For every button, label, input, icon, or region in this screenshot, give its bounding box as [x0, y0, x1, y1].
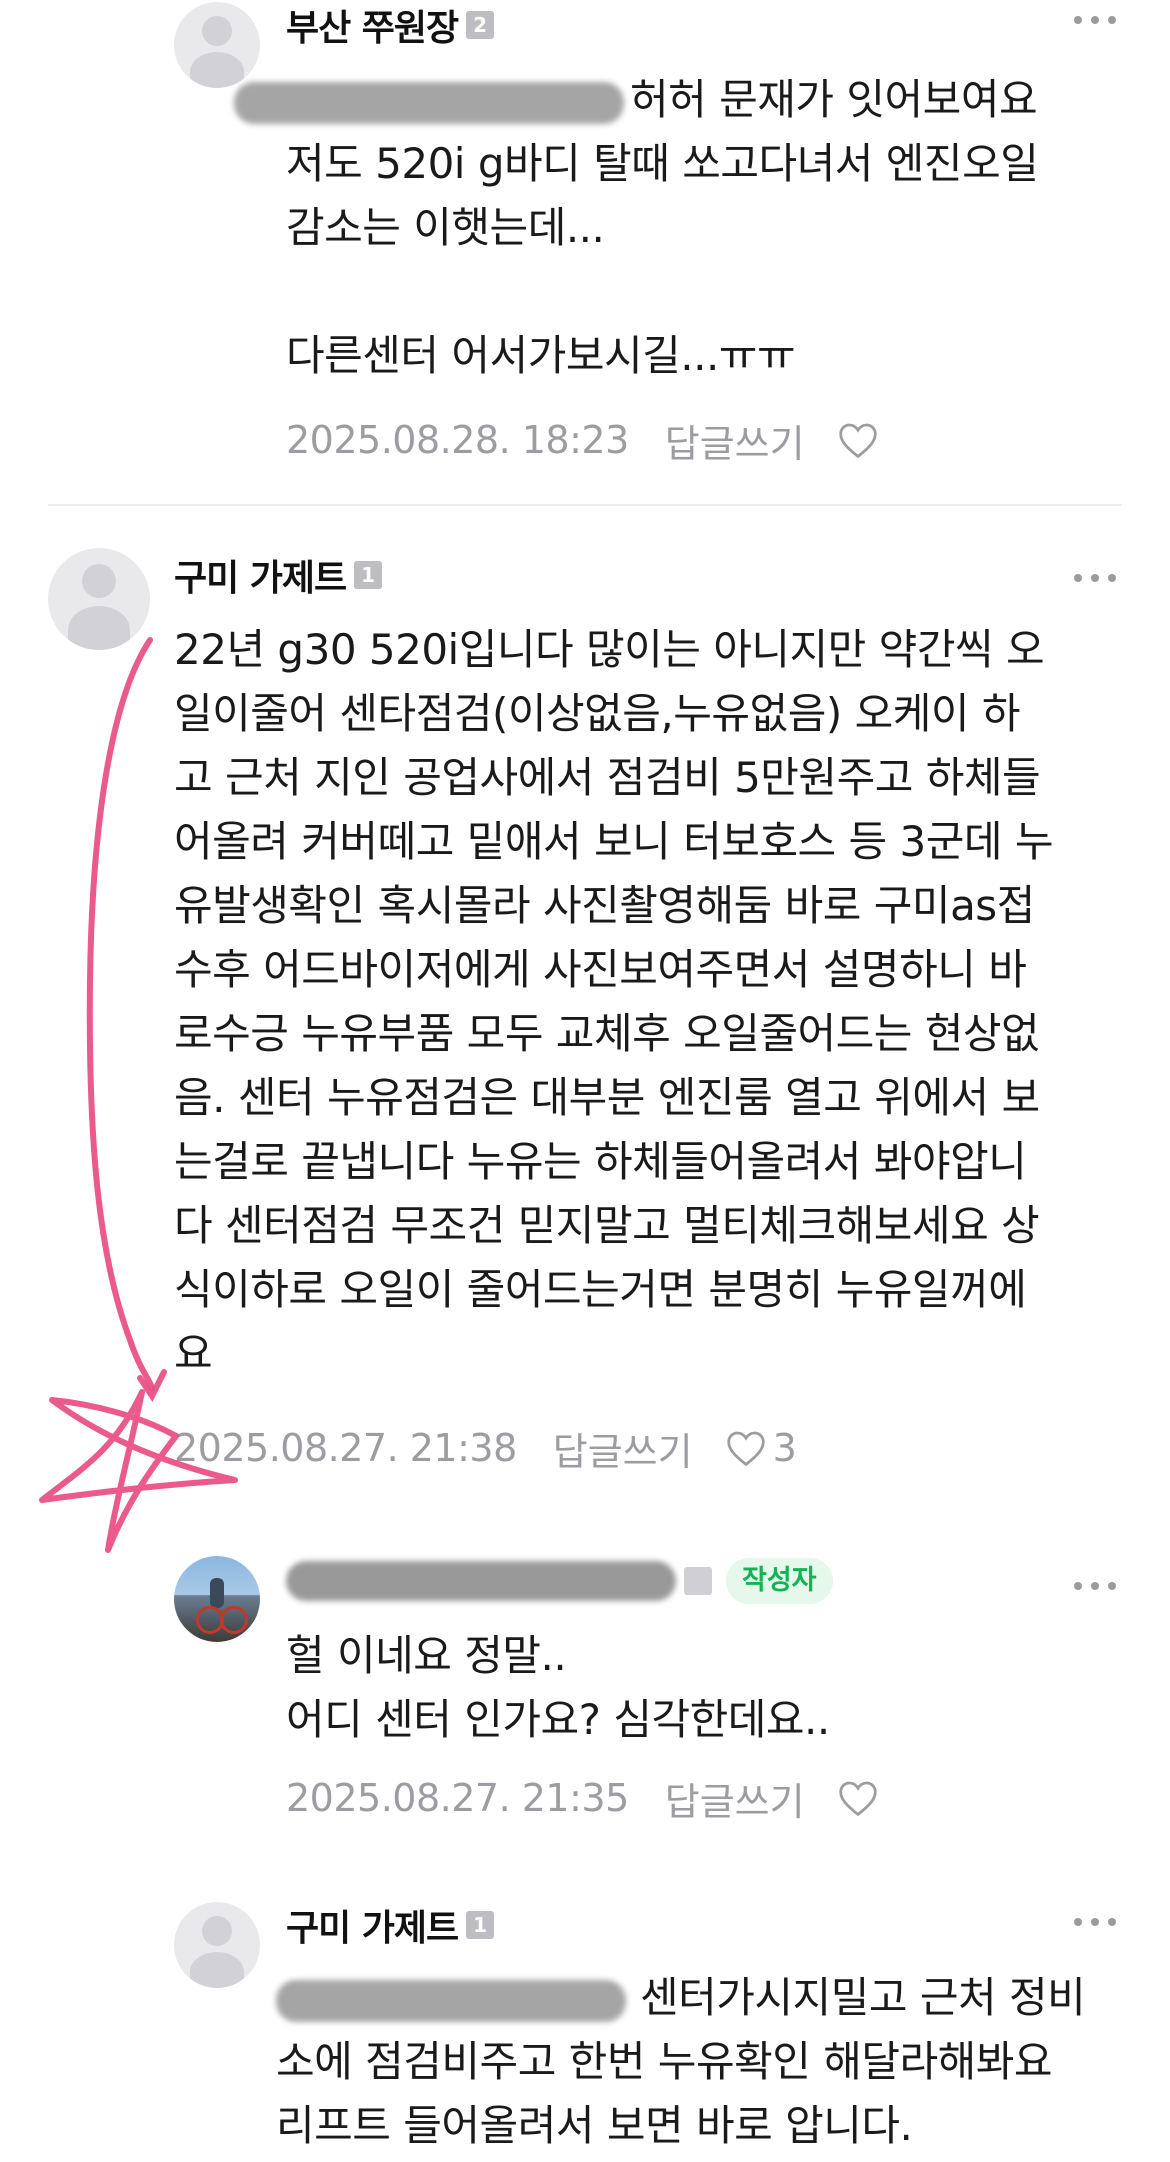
author-badge: 작성자 — [726, 1558, 833, 1604]
default-profile-icon[interactable] — [174, 1902, 260, 1988]
redacted-mention — [276, 1979, 626, 2022]
nickname-row: 작성자 — [286, 1556, 833, 1606]
like-count: 3 — [772, 1426, 797, 1470]
comment-body: 허허 문재가 잇어보여요 저도 520i g바디 탈때 쏘고다녀서 엔진오일 감… — [234, 68, 1146, 388]
comment-body-first-line: 센터가시지밀고 근처 정비 — [640, 1973, 1086, 2022]
nickname[interactable]: 부산 쭈원장 — [286, 0, 459, 51]
more-dots-icon[interactable] — [1074, 568, 1116, 588]
heart-icon — [838, 1781, 877, 1817]
redacted-mention — [234, 81, 624, 124]
level-badge: 1 — [354, 561, 383, 589]
default-profile-icon[interactable] — [48, 548, 150, 650]
comment-body-rest: 소에 점검비주고 한번 누유확인 해달라해봐요 리프트 들어올려서 보면 바로 … — [276, 2037, 1053, 2150]
comment-body: 22년 g30 520i입니다 많이는 아니지만 약간씩 오 일이줄어 센타점검… — [174, 625, 1053, 1378]
comment-meta: 2025.08.28. 18:23 답글쓰기 — [286, 410, 879, 470]
comment-body-first-line: 허허 문재가 잇어보여요 — [630, 75, 1038, 124]
heart-icon — [726, 1431, 765, 1467]
redacted-nickname — [286, 1561, 676, 1601]
heart-icon — [838, 423, 877, 459]
reply-button[interactable]: 답글쓰기 — [553, 1421, 693, 1476]
reply-button[interactable]: 답글쓰기 — [665, 1771, 805, 1826]
photo-avatar[interactable] — [174, 1556, 260, 1642]
comment-body-rest: 저도 520i g바디 탈때 쏘고다녀서 엔진오일 감소는 이햇는데... 다른… — [286, 139, 1039, 380]
level-badge — [684, 1567, 712, 1595]
more-dots-icon[interactable] — [1074, 1912, 1116, 1932]
comment-date: 2025.08.27. 21:35 — [286, 1776, 629, 1820]
level-badge: 2 — [466, 11, 495, 39]
comment-date: 2025.08.27. 21:38 — [174, 1426, 517, 1470]
nickname-row: 구미 가제트 1 — [286, 1899, 495, 1951]
comment-body: 센터가시지밀고 근처 정비 소에 점검비주고 한번 누유확인 해달라해봐요 리프… — [276, 1966, 1146, 2158]
like-button[interactable] — [837, 421, 879, 459]
nickname-row: 구미 가제트 1 — [174, 549, 383, 601]
nickname[interactable]: 구미 가제트 — [174, 549, 347, 601]
reply-button[interactable]: 답글쓰기 — [665, 413, 805, 468]
level-badge: 1 — [466, 1911, 495, 1939]
comment-date: 2025.08.28. 18:23 — [286, 418, 629, 462]
nickname[interactable]: 구미 가제트 — [286, 1899, 459, 1951]
like-button[interactable]: 3 — [725, 1426, 797, 1470]
nickname-row: 부산 쭈원장 2 — [286, 0, 495, 51]
comment-body: 헐 이네요 정말.. 어디 센터 인가요? 심각한데요.. — [286, 1631, 830, 1744]
comment-meta: 2025.08.27. 21:38 답글쓰기 3 — [174, 1418, 797, 1478]
more-dots-icon[interactable] — [1074, 1576, 1116, 1596]
comment-meta: 2025.08.27. 21:35 답글쓰기 — [286, 1768, 879, 1828]
like-button[interactable] — [837, 1779, 879, 1817]
default-profile-icon[interactable] — [174, 2, 260, 88]
comment-divider — [48, 504, 1122, 506]
more-dots-icon[interactable] — [1074, 10, 1116, 30]
